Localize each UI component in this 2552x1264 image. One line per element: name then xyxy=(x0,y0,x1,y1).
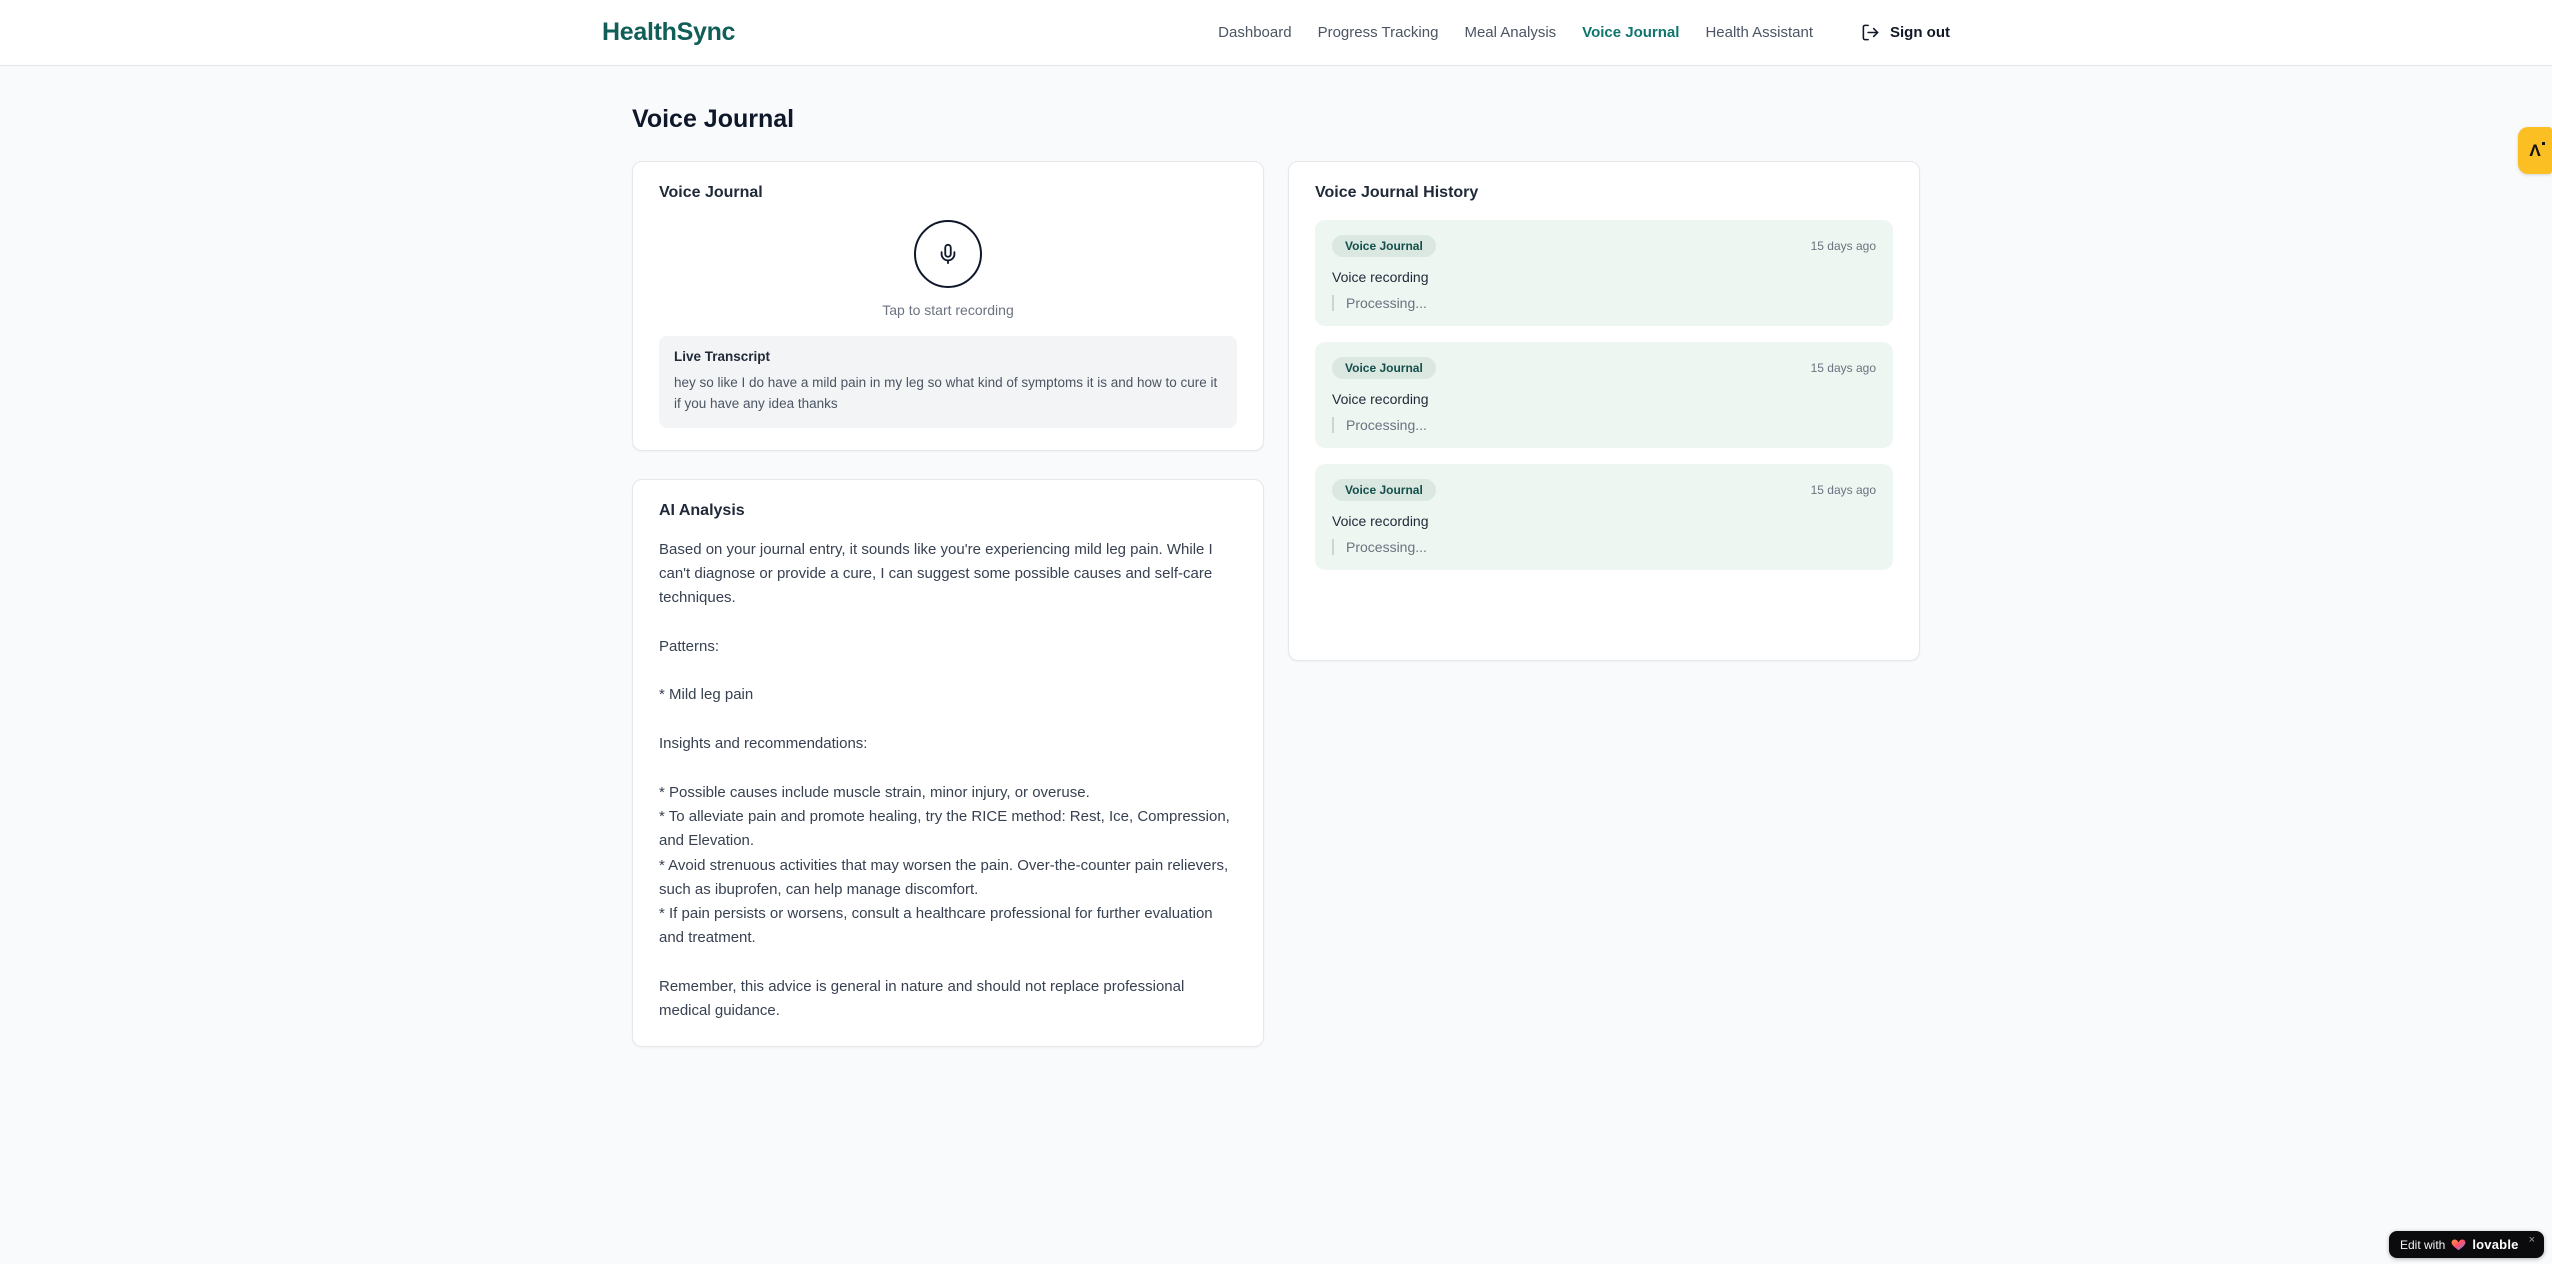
ai-analysis-title: AI Analysis xyxy=(659,501,745,519)
edit-badge-close-icon[interactable]: × xyxy=(2529,1234,2535,1246)
entry-header: Voice Journal 15 days ago xyxy=(1332,479,1876,501)
edit-badge-prefix: Edit with xyxy=(2400,1237,2446,1252)
entry-type-badge: Voice Journal xyxy=(1332,479,1436,501)
main-nav: Dashboard Progress Tracking Meal Analysi… xyxy=(1218,23,1950,42)
side-panel-toggle-button[interactable]: Λ xyxy=(2518,127,2552,174)
history-entry[interactable]: Voice Journal 15 days ago Voice recordin… xyxy=(1315,464,1893,570)
recorder-area: Tap to start recording xyxy=(659,220,1237,318)
nav-item-dashboard[interactable]: Dashboard xyxy=(1218,24,1291,41)
log-out-icon xyxy=(1862,24,1879,41)
record-button[interactable] xyxy=(914,220,982,288)
entry-header: Voice Journal 15 days ago xyxy=(1332,357,1876,379)
voice-journal-history-card: Voice Journal History Voice Journal 15 d… xyxy=(1288,161,1920,661)
nav-item-meal-analysis[interactable]: Meal Analysis xyxy=(1464,24,1556,41)
app-logo[interactable]: HealthSync xyxy=(602,18,735,47)
ai-analysis-body: Based on your journal entry, it sounds l… xyxy=(659,540,1230,1020)
entry-title: Voice recording xyxy=(1332,269,1429,285)
entry-status: Processing... xyxy=(1332,417,1876,433)
voice-journal-recorder-card: Voice Journal Tap to start recording Liv… xyxy=(632,161,1264,451)
top-header: HealthSync Dashboard Progress Tracking M… xyxy=(0,0,2552,66)
page-title: Voice Journal xyxy=(632,105,795,133)
nav-item-progress-tracking[interactable]: Progress Tracking xyxy=(1318,24,1439,41)
fab-logo-icon: Λ xyxy=(2529,141,2546,160)
entry-timestamp: 15 days ago xyxy=(1810,483,1876,497)
sign-out-button[interactable]: Sign out xyxy=(1861,23,1950,42)
entry-type-badge: Voice Journal xyxy=(1332,235,1436,257)
history-card-title: Voice Journal History xyxy=(1315,184,1479,201)
sign-out-label: Sign out xyxy=(1890,24,1950,41)
edit-badge-brand: lovable xyxy=(2472,1237,2519,1252)
entry-header: Voice Journal 15 days ago xyxy=(1332,235,1876,257)
nav-item-voice-journal[interactable]: Voice Journal xyxy=(1582,24,1679,41)
main-content: Voice Journal Voice Journal Tap to start… xyxy=(632,66,1920,1047)
content-grid: Voice Journal Tap to start recording Liv… xyxy=(632,161,1920,1047)
entry-timestamp: 15 days ago xyxy=(1810,239,1876,253)
entry-status: Processing... xyxy=(1332,295,1876,311)
tap-to-record-hint: Tap to start recording xyxy=(882,302,1014,318)
entry-title: Voice recording xyxy=(1332,513,1429,529)
header-container: HealthSync Dashboard Progress Tracking M… xyxy=(602,18,1950,47)
left-column: Voice Journal Tap to start recording Liv… xyxy=(632,161,1264,1047)
ai-analysis-card: AI Analysis Based on your journal entry,… xyxy=(632,478,1264,1047)
entry-title: Voice recording xyxy=(1332,391,1429,407)
entry-type-badge: Voice Journal xyxy=(1332,357,1436,379)
microphone-icon xyxy=(940,243,956,265)
entry-timestamp: 15 days ago xyxy=(1810,361,1876,375)
edit-with-lovable-badge[interactable]: Edit with lovable × xyxy=(2389,1231,2544,1258)
nav-item-health-assistant[interactable]: Health Assistant xyxy=(1705,24,1813,41)
history-entry[interactable]: Voice Journal 15 days ago Voice recordin… xyxy=(1315,220,1893,326)
history-entry[interactable]: Voice Journal 15 days ago Voice recordin… xyxy=(1315,342,1893,448)
right-column: Voice Journal History Voice Journal 15 d… xyxy=(1288,161,1920,661)
live-transcript-title: Live Transcript xyxy=(674,349,771,364)
gradient-heart-icon xyxy=(2451,1239,2466,1251)
live-transcript-text: hey so like I do have a mild pain in my … xyxy=(674,375,1218,412)
live-transcript-box: Live Transcript hey so like I do have a … xyxy=(659,336,1237,428)
entry-status: Processing... xyxy=(1332,539,1876,555)
recorder-card-title: Voice Journal xyxy=(659,184,763,201)
